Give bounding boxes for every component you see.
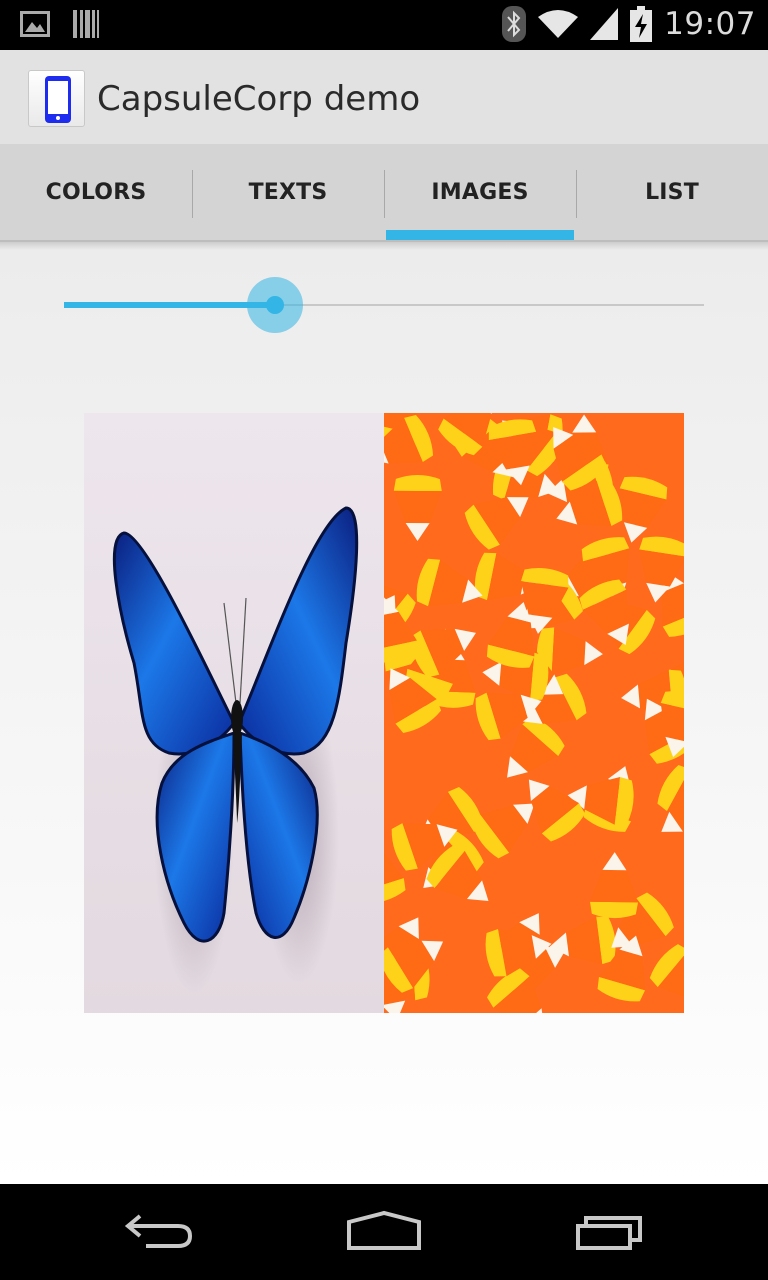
wifi-icon: [538, 10, 579, 38]
home-button[interactable]: [346, 1210, 422, 1256]
signal-icon: [590, 8, 619, 40]
bluetooth-icon: [502, 6, 527, 42]
image-grid: [84, 413, 684, 1013]
tab-list[interactable]: LIST: [576, 144, 768, 240]
app-title: CapsuleCorp demo: [97, 79, 421, 119]
candy-corn-illustration: [384, 413, 684, 1013]
candy-piece: [590, 852, 639, 919]
slider-fill: [64, 302, 275, 308]
home-icon: [347, 1210, 421, 1250]
tab-colors[interactable]: COLORS: [0, 144, 192, 240]
navigation-bar: [0, 1184, 768, 1280]
back-icon: [124, 1214, 193, 1248]
butterfly-illustration: [112, 506, 359, 993]
candy-corn-image: [384, 413, 684, 1013]
back-button[interactable]: [124, 1210, 196, 1254]
phone-app-icon[interactable]: [28, 70, 85, 127]
notification-icons: [20, 9, 100, 39]
tab-bar: COLORS TEXTS IMAGES LIST: [0, 144, 768, 242]
battery-icon: [630, 6, 653, 42]
image-size-slider[interactable]: [64, 277, 704, 333]
slider-thumb[interactable]: [266, 296, 284, 314]
tab-images[interactable]: IMAGES: [384, 144, 576, 240]
picture-notification-icon: [20, 11, 50, 37]
recent-apps-button[interactable]: [574, 1210, 646, 1254]
candy-piece: [393, 475, 442, 542]
images-page-content: [0, 242, 768, 1184]
recent-apps-icon: [576, 1216, 642, 1250]
status-bar: 19:07: [0, 0, 768, 50]
barcode-notification-icon: [73, 10, 99, 38]
status-clock: 19:07: [664, 6, 756, 42]
butterfly-image: [84, 413, 384, 1013]
tab-texts[interactable]: TEXTS: [192, 144, 384, 240]
system-status-icons: 19:07: [502, 6, 756, 42]
tab-bar-shadow: [0, 242, 768, 250]
phone-icon: [45, 76, 71, 123]
action-bar: CapsuleCorp demo: [0, 50, 768, 144]
candy-piece: [649, 944, 684, 999]
